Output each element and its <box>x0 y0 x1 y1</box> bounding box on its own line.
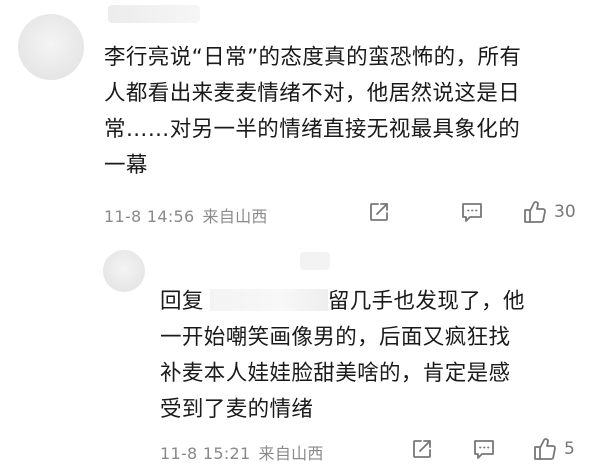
location: 来自山西 <box>202 207 268 226</box>
comment-line: 李行亮说“日常”的态度真的蛮恐怖的，所有 <box>104 45 522 70</box>
share-icon <box>413 440 431 458</box>
redacted-username[interactable] <box>209 289 328 311</box>
share-button[interactable] <box>411 438 433 460</box>
comment-button[interactable] <box>460 201 484 223</box>
reply-first-line: 回复 留几手也发现了，他 <box>160 284 580 320</box>
avatar[interactable] <box>103 250 145 292</box>
reply-prefix: 回复 <box>160 289 204 314</box>
like-count: 30 <box>554 202 576 222</box>
reply-text: 回复 留几手也发现了，他 一开始嘲笑画像男的，后面又疯狂找 补麦本人娃娃脸甜美啥的… <box>160 284 580 428</box>
thumbs-up-icon <box>524 201 546 223</box>
thumbs-up-icon <box>534 438 556 460</box>
reply-line-rest: 留几手也发现了，他 <box>327 289 525 314</box>
like-button[interactable]: 30 <box>522 199 576 225</box>
reply-line: 受到了麦的情绪 <box>160 397 314 422</box>
timestamp: 11-8 15:21 <box>160 444 251 463</box>
comment-button[interactable] <box>472 438 496 460</box>
share-icon <box>370 203 388 221</box>
reply-line: 补麦本人娃娃脸甜美啥的，肯定是感 <box>160 361 511 386</box>
share-button[interactable] <box>368 201 390 223</box>
like-count: 5 <box>564 439 575 459</box>
comment-icon <box>474 440 494 459</box>
comment-icon <box>462 203 482 222</box>
avatar[interactable] <box>18 14 84 80</box>
reply-line: 一开始嘲笑画像男的，后面又疯狂找 <box>160 325 511 350</box>
username-blurred[interactable] <box>108 5 200 23</box>
location: 来自山西 <box>258 444 324 463</box>
comment-text: 李行亮说“日常”的态度真的蛮恐怖的，所有 人都看出来麦麦情绪不对，他居然说这是日… <box>104 40 584 184</box>
comment-meta: 11-8 14:56 来自山西 <box>104 203 268 227</box>
username-blurred[interactable] <box>300 252 330 270</box>
comment-line: 人都看出来麦麦情绪不对，他居然说这是日 <box>104 81 521 106</box>
comment-line: 一幕 <box>104 153 148 178</box>
comment-line: 常……对另一半的情绪直接无视最具象化的 <box>104 117 521 142</box>
reply-meta: 11-8 15:21 来自山西 <box>160 440 324 464</box>
like-button[interactable]: 5 <box>532 436 575 462</box>
timestamp: 11-8 14:56 <box>104 207 195 226</box>
